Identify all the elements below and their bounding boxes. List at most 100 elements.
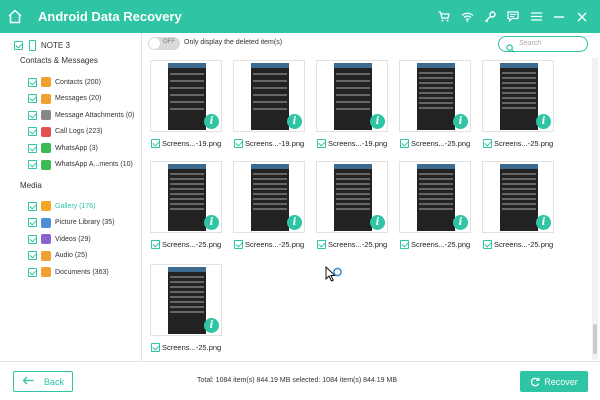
file-checkbox[interactable] xyxy=(151,342,160,352)
info-icon[interactable]: i xyxy=(287,215,302,230)
attachment-icon xyxy=(41,110,51,120)
info-icon[interactable]: i xyxy=(370,215,385,230)
screenshot-preview xyxy=(168,164,206,231)
info-icon[interactable]: i xyxy=(370,114,385,129)
close-icon[interactable] xyxy=(572,7,592,27)
grid-scrollbar[interactable] xyxy=(592,58,598,360)
file-checkbox[interactable] xyxy=(151,138,160,148)
device-row[interactable]: NOTE 3 xyxy=(14,38,70,52)
file-checkbox[interactable] xyxy=(400,138,409,148)
file-item[interactable]: i Screens...-19.png xyxy=(150,60,222,155)
category-checkbox[interactable] xyxy=(28,143,37,153)
toggle-knob xyxy=(149,38,160,49)
category-checkbox[interactable] xyxy=(28,127,37,136)
file-thumbnail[interactable]: i xyxy=(150,60,222,132)
file-name: Screens...-19.png xyxy=(328,138,388,148)
file-checkbox[interactable] xyxy=(317,138,326,148)
file-thumbnail[interactable]: i xyxy=(316,161,388,233)
home-icon[interactable] xyxy=(0,0,30,33)
wifi-icon[interactable] xyxy=(457,7,477,27)
recover-icon xyxy=(531,377,540,386)
sidebar-item-label: Picture Library (35) xyxy=(55,219,115,226)
screenshot-preview xyxy=(251,164,289,231)
info-icon[interactable]: i xyxy=(536,215,551,230)
file-thumbnail[interactable]: i xyxy=(482,161,554,233)
category-checkbox[interactable] xyxy=(28,201,37,211)
file-checkbox[interactable] xyxy=(234,239,243,249)
file-checkbox[interactable] xyxy=(400,239,409,249)
file-checkbox[interactable] xyxy=(151,239,160,249)
scrollbar-thumb[interactable] xyxy=(593,324,597,354)
file-checkbox[interactable] xyxy=(483,138,492,148)
sidebar-item[interactable]: Message Attachments (0) xyxy=(28,109,134,121)
file-item[interactable]: i Screens...-25.png xyxy=(399,161,471,256)
back-button[interactable]: Back xyxy=(13,371,73,392)
phone-icon xyxy=(29,39,36,51)
sidebar-item[interactable]: Call Logs (223) xyxy=(28,126,102,138)
file-grid: i Screens...-19.png i Screens...-19.png i Scr… xyxy=(148,60,590,360)
category-checkbox[interactable] xyxy=(28,110,37,120)
file-item[interactable]: i Screens...-19.png xyxy=(233,60,305,155)
category-checkbox[interactable] xyxy=(28,251,37,260)
info-icon[interactable]: i xyxy=(453,215,468,230)
file-thumbnail[interactable]: i xyxy=(399,60,471,132)
file-item[interactable]: i Screens...-25.png xyxy=(233,161,305,256)
info-icon[interactable]: i xyxy=(204,318,219,333)
recover-button[interactable]: Recover xyxy=(520,371,588,392)
sidebar-item-label: Messages (20) xyxy=(55,95,102,102)
sidebar-item[interactable]: Picture Library (35) xyxy=(28,217,115,229)
recover-label: Recover xyxy=(544,376,578,387)
file-item[interactable]: i Screens...-25.png xyxy=(482,60,554,155)
file-item[interactable]: i Screens...-25.png xyxy=(150,264,222,359)
toggle-state: OFF xyxy=(163,39,175,45)
cart-icon[interactable] xyxy=(434,7,454,27)
file-thumbnail[interactable]: i xyxy=(150,264,222,336)
sidebar-item[interactable]: Gallery (176) xyxy=(28,200,95,212)
category-checkbox[interactable] xyxy=(28,218,37,227)
category-checkbox[interactable] xyxy=(28,94,37,103)
info-icon[interactable]: i xyxy=(204,215,219,230)
file-checkbox[interactable] xyxy=(483,239,492,249)
file-thumbnail[interactable]: i xyxy=(316,60,388,132)
file-thumbnail[interactable]: i xyxy=(233,60,305,132)
sidebar-item[interactable]: WhatsApp A...ments (10) xyxy=(28,159,133,171)
deleted-only-toggle[interactable]: OFF xyxy=(148,37,180,50)
minimize-icon[interactable] xyxy=(549,7,569,27)
category-checkbox[interactable] xyxy=(28,77,37,87)
file-item[interactable]: i Screens...-25.png xyxy=(150,161,222,256)
file-thumbnail[interactable]: i xyxy=(150,161,222,233)
file-item[interactable]: i Screens...-19.png xyxy=(316,60,388,155)
menu-icon[interactable] xyxy=(526,7,546,27)
sidebar-item-label: Message Attachments (0) xyxy=(55,111,135,119)
sidebar-item[interactable]: Documents (363) xyxy=(28,266,109,278)
info-icon[interactable]: i xyxy=(287,114,302,129)
sidebar-item[interactable]: WhatsApp (3) xyxy=(28,142,98,154)
sidebar-item[interactable]: Audio (25) xyxy=(28,250,87,262)
file-thumbnail[interactable]: i xyxy=(482,60,554,132)
search-box[interactable]: Search xyxy=(498,36,588,53)
info-icon[interactable]: i xyxy=(536,114,551,129)
info-icon[interactable]: i xyxy=(453,114,468,129)
file-item[interactable]: i Screens...-25.png xyxy=(399,60,471,155)
documents-icon xyxy=(41,267,51,277)
feedback-icon[interactable] xyxy=(503,7,523,27)
file-name: Screens...-25.png xyxy=(411,239,471,249)
file-item[interactable]: i Screens...-25.png xyxy=(316,161,388,256)
file-thumbnail[interactable]: i xyxy=(399,161,471,233)
file-checkbox[interactable] xyxy=(234,138,243,148)
category-checkbox[interactable] xyxy=(28,267,37,277)
sidebar-item[interactable]: Videos (29) xyxy=(28,233,91,245)
file-thumbnail[interactable]: i xyxy=(233,161,305,233)
sidebar-item[interactable]: Messages (20) xyxy=(28,93,101,105)
file-name: Screens...-19.png xyxy=(162,138,222,148)
key-icon[interactable] xyxy=(480,7,500,27)
category-checkbox[interactable] xyxy=(28,234,37,244)
file-item[interactable]: i Screens...-25.png xyxy=(482,161,554,256)
device-checkbox[interactable] xyxy=(14,40,23,50)
info-icon[interactable]: i xyxy=(204,114,219,129)
sidebar-item[interactable]: Contacts (200) xyxy=(28,76,101,88)
file-name-row: Screens...-25.png xyxy=(151,239,221,249)
file-checkbox[interactable] xyxy=(317,239,326,249)
file-name-row: Screens...-25.png xyxy=(317,239,387,249)
category-checkbox[interactable] xyxy=(28,160,37,169)
